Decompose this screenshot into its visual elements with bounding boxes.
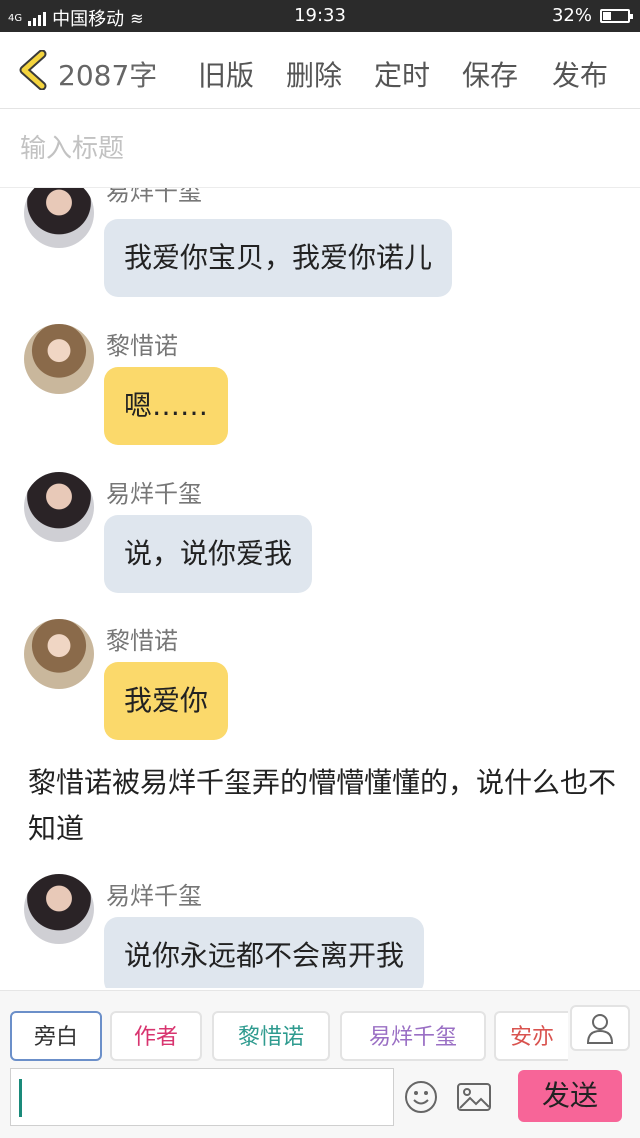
avatar[interactable] <box>24 324 94 394</box>
composer-bar: 发送 <box>0 1062 640 1138</box>
title-input[interactable] <box>18 129 622 169</box>
back-chevron-icon[interactable] <box>16 50 50 90</box>
message-bubble[interactable]: 说，说你爱我 <box>104 515 313 593</box>
image-icon[interactable] <box>456 1082 492 1112</box>
sender-name: 易烊千玺 <box>106 188 202 206</box>
word-count: 2087字 <box>58 59 158 92</box>
status-right: 32% <box>551 5 633 26</box>
status-bar: 4G 中国移动 ≋ 19:33 32% <box>0 0 640 32</box>
editor-toolbar: 2087字 旧版 删除 定时 保存 发布 <box>0 32 640 109</box>
battery-icon <box>600 8 633 23</box>
emoji-icon[interactable] <box>404 1080 438 1114</box>
title-row <box>0 109 640 188</box>
avatar[interactable] <box>24 874 94 944</box>
publish-button[interactable]: 发布 <box>552 54 608 94</box>
message-bubble[interactable]: 嗯…… <box>104 367 229 445</box>
role-character-2[interactable]: 易烊千玺 <box>340 1011 486 1061</box>
delete-button[interactable]: 删除 <box>286 54 342 94</box>
avatar[interactable] <box>24 619 94 689</box>
message-bubble[interactable]: 说你永远都不会离开我 <box>104 917 425 988</box>
save-button[interactable]: 保存 <box>462 54 518 94</box>
message-bubble[interactable]: 我爱你 <box>104 662 229 740</box>
schedule-button[interactable]: 定时 <box>374 54 430 94</box>
battery-percent: 32% <box>551 5 592 26</box>
user-icon <box>586 1014 614 1044</box>
sender-name: 黎惜诺 <box>106 627 178 655</box>
narration-text[interactable]: 黎惜诺被易烊千玺弄的懵懵懂懂的，说什么也不知道 <box>28 760 618 852</box>
manage-roles-button[interactable] <box>570 1005 630 1051</box>
role-narrator[interactable]: 旁白 <box>10 1011 102 1061</box>
role-selector-bar: 旁白 作者 黎惜诺 易烊千玺 安亦 <box>0 990 640 1063</box>
role-author[interactable]: 作者 <box>110 1011 202 1061</box>
avatar[interactable] <box>24 472 94 542</box>
avatar[interactable] <box>24 188 94 248</box>
text-cursor <box>19 1079 22 1117</box>
old-version-button[interactable]: 旧版 <box>198 54 254 94</box>
battery-fill <box>603 11 611 20</box>
status-time: 19:33 <box>294 5 346 26</box>
role-character-3[interactable]: 安亦 <box>494 1011 568 1061</box>
send-button[interactable]: 发送 <box>518 1070 622 1122</box>
role-character-1[interactable]: 黎惜诺 <box>212 1011 330 1061</box>
message-bubble[interactable]: 我爱你宝贝，我爱你诺儿 <box>104 219 453 297</box>
sender-name: 易烊千玺 <box>106 882 202 910</box>
sender-name: 易烊千玺 <box>106 480 202 508</box>
sender-name: 黎惜诺 <box>106 332 178 360</box>
chat-area[interactable]: 易烊千玺 我爱你宝贝，我爱你诺儿 黎惜诺 嗯…… 易烊千玺 说，说你爱我 黎惜诺… <box>0 188 640 988</box>
message-input[interactable] <box>10 1068 394 1126</box>
